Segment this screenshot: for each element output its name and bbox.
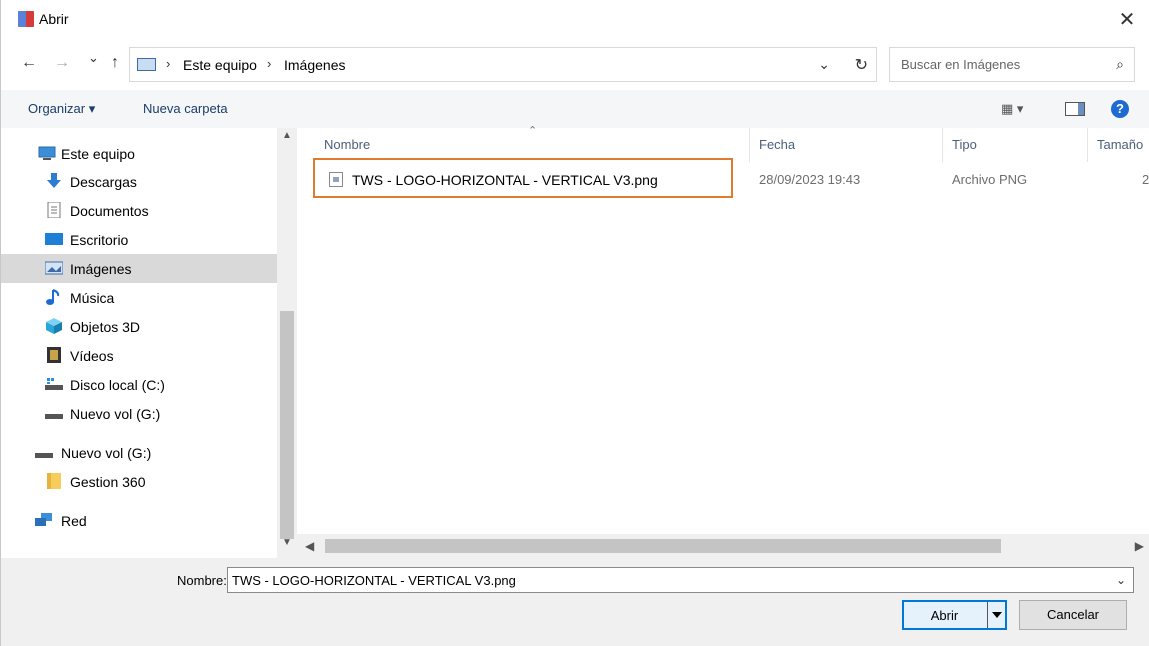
sidebar-item-label: Objetos 3D [70,319,141,335]
scroll-up-icon[interactable]: ▲ [282,130,292,141]
file-list: ⌃ Nombre Fecha Tipo Tamaño TWS - LOGO-HO… [297,125,1149,558]
scroll-down-icon[interactable]: ▼ [282,537,292,548]
pictures-icon [45,261,63,275]
column-header-name[interactable]: Nombre [324,137,370,152]
footer: Nombre: TWS - LOGO-HORIZONTAL - VERTICAL… [1,558,1149,646]
sidebar-item-escritorio[interactable]: Escritorio [1,225,277,254]
sidebar-item-red[interactable]: Red [1,506,277,535]
sidebar-item-videos[interactable]: Vídeos [1,341,277,370]
sidebar-item-label: Música [70,290,115,306]
open-options-icon[interactable] [987,602,1005,628]
png-file-icon [329,172,343,187]
scroll-right-icon[interactable]: ▶ [1135,539,1144,553]
sidebar-item-nuevo-vol-g[interactable]: Nuevo vol (G:) [1,399,277,428]
new-folder-button[interactable]: Nueva carpeta [143,101,228,116]
cube-icon [46,318,62,334]
file-name-field[interactable]: TWS - LOGO-HORIZONTAL - VERTICAL V3.png … [227,567,1134,593]
window-title: Abrir [39,11,69,27]
scroll-left-icon[interactable]: ◀ [305,539,314,553]
column-divider[interactable] [1087,128,1088,162]
drive-icon [45,378,63,390]
help-icon[interactable]: ? [1111,100,1129,118]
navigation-pane: Este equipo Descargas Documentos Escrito… [1,128,297,558]
computer-icon [38,146,56,160]
chevron-down-icon[interactable]: ⌄ [818,56,830,73]
desktop-icon [45,233,63,245]
video-icon [47,347,61,363]
sidebar-item-label: Descargas [70,174,137,190]
sidebar-item-label: Gestion 360 [70,474,146,490]
column-divider[interactable] [749,128,750,162]
search-input[interactable]: Buscar en Imágenes [901,57,1020,72]
open-file-dialog: Abrir ✕ ← → ⌄ ↑ › Este equipo › Imágenes… [0,0,1149,646]
organize-button[interactable]: Organizar ▾ [28,101,95,117]
refresh-icon[interactable]: ↻ [855,55,868,75]
search-icon[interactable]: ⌕ [1116,56,1124,73]
forward-icon[interactable]: → [54,54,70,72]
sidebar-item-gestion-360[interactable]: Gestion 360 [1,467,277,496]
search-box[interactable]: Buscar en Imágenes ⌕ [889,47,1135,82]
table-row[interactable]: TWS - LOGO-HORIZONTAL - VERTICAL V3.png [313,158,733,198]
sidebar-item-objetos-3d[interactable]: Objetos 3D [1,312,277,341]
recent-locations-icon[interactable]: ⌄ [88,50,99,66]
breadcrumb-separator: › [166,56,171,71]
sidebar-item-label: Nuevo vol (G:) [61,445,152,461]
sidebar-item-documentos[interactable]: Documentos [1,196,277,225]
file-name-label: Nombre: [177,573,227,588]
sidebar-item-label: Disco local (C:) [70,377,165,393]
breadcrumb-imagenes[interactable]: Imágenes [284,57,345,73]
sidebar-item-label: Imágenes [70,261,132,277]
address-bar[interactable]: › Este equipo › Imágenes ⌄ ↻ [129,47,877,82]
sidebar-item-disco-local-c[interactable]: Disco local (C:) [1,370,277,399]
scrollbar-thumb[interactable] [280,311,294,539]
up-icon[interactable]: ↑ [111,54,119,72]
sidebar-item-label: Red [61,513,87,529]
sidebar-scrollbar[interactable]: ▲ ▼ [277,128,297,558]
column-header-date[interactable]: Fecha [759,137,795,152]
sidebar-item-musica[interactable]: Música [1,283,277,312]
column-header-size[interactable]: Tamaño [1097,137,1143,152]
back-icon[interactable]: ← [21,54,37,72]
sidebar-item-label: Escritorio [70,232,129,248]
view-options-icon[interactable]: ▦ ▾ [1001,101,1023,117]
sidebar-item-este-equipo[interactable]: Este equipo [1,139,277,168]
file-name: TWS - LOGO-HORIZONTAL - VERTICAL V3.png [352,172,658,188]
sidebar-item-descargas[interactable]: Descargas [1,167,277,196]
download-icon [47,173,61,188]
title-bar: Abrir ✕ [1,0,1149,40]
sidebar-item-label: Nuevo vol (G:) [70,406,161,422]
command-bar: Organizar ▾ Nueva carpeta ▦ ▾ ? [1,90,1149,128]
drive-icon [35,453,53,458]
file-name-value[interactable]: TWS - LOGO-HORIZONTAL - VERTICAL V3.png [232,573,516,588]
breadcrumb-este-equipo[interactable]: Este equipo [183,57,257,73]
sidebar-item-label: Documentos [70,203,149,219]
sidebar-item-imagenes[interactable]: Imágenes [1,254,277,283]
scrollbar-thumb[interactable] [325,539,1001,553]
column-header-type[interactable]: Tipo [952,137,977,152]
file-date: 28/09/2023 19:43 [759,172,861,187]
sort-ascending-icon: ⌃ [528,125,538,137]
document-icon [47,202,61,218]
music-icon [46,289,60,305]
file-size: 2 [1142,172,1149,187]
folder-icon [47,473,61,489]
chevron-down-icon[interactable]: ⌄ [1116,573,1126,587]
sidebar-item-nuevo-vol-g[interactable]: Nuevo vol (G:) [1,438,277,467]
breadcrumb-separator: › [267,56,272,71]
column-divider[interactable] [942,128,943,162]
sidebar-item-label: Este equipo [61,146,135,162]
drive-icon [45,414,63,419]
close-icon[interactable]: ✕ [1104,0,1149,40]
sidebar-item-label: Vídeos [70,348,114,364]
cancel-button[interactable]: Cancelar [1019,600,1127,630]
pictures-icon [137,58,156,71]
preview-pane-icon[interactable] [1065,102,1085,116]
horizontal-scrollbar[interactable]: ◀ ▶ [297,534,1149,558]
app-icon [18,11,34,27]
network-icon [35,513,52,526]
file-type: Archivo PNG [952,172,1028,187]
